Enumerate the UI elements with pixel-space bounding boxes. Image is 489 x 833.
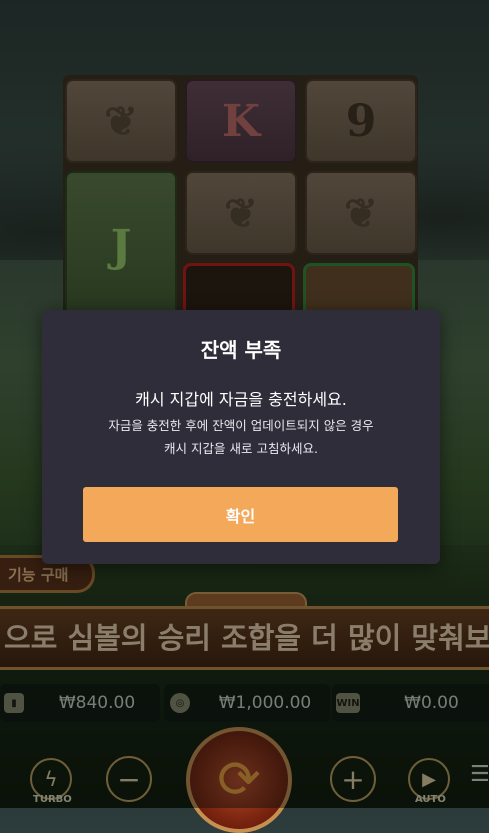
confirm-button[interactable]: 확인 [83,487,398,542]
dialog-title: 잔액 부족 [200,338,282,362]
dialog-subtext-line: 자금을 충전한 후에 잔액이 업데이트되지 않은 경우 [108,418,374,433]
insufficient-balance-dialog: 잔액 부족 캐시 지갑에 자금을 충전하세요. 자금을 충전한 후에 잔액이 업… [42,310,440,564]
dialog-subtext-line: 캐시 지갑을 새로 고침하세요. [164,441,318,456]
dialog-message: 캐시 지갑에 자금을 충전하세요. [135,390,347,409]
dialog-subtext: 자금을 충전한 후에 잔액이 업데이트되지 않은 경우 캐시 지갑을 새로 고침… [62,414,420,460]
